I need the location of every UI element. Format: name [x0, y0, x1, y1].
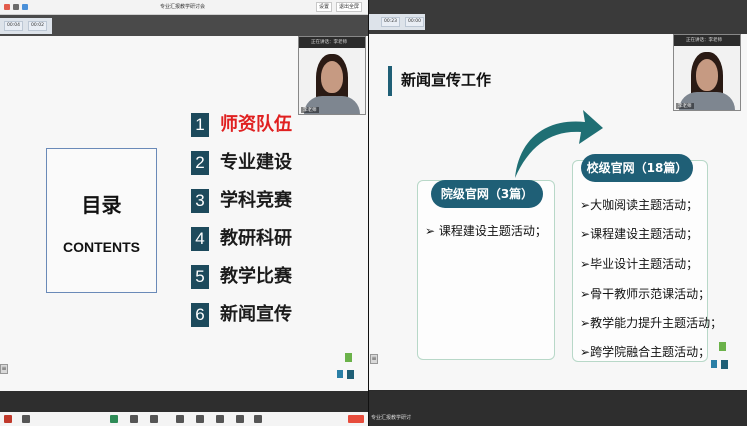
list-item: ➢课程建设主题活动； [580, 227, 699, 241]
toc-label: 学科竞赛 [220, 190, 292, 211]
toc-number: 3 [191, 189, 209, 213]
list-item-text: 毕业设计主题活动； [590, 257, 699, 271]
list-item: ➢骨干教师示范课活动； [580, 287, 711, 301]
list-item-text: 教学能力提升主题活动； [590, 316, 723, 330]
decor-square [345, 353, 352, 362]
participant-name: 李老师 [676, 103, 694, 109]
control-bar: 00:23 00:00 [369, 0, 747, 34]
share-screen-icon[interactable] [110, 415, 118, 423]
decor-square [721, 360, 728, 369]
toc-label: 教学比赛 [220, 266, 292, 287]
members-icon[interactable] [130, 415, 138, 423]
toc-number: 5 [191, 265, 209, 289]
toc-label: 师资队伍 [220, 114, 292, 135]
title-accent-bar [388, 66, 392, 96]
leave-button[interactable] [348, 415, 364, 423]
participant-face [696, 59, 718, 91]
menu-icon[interactable]: ≡ [0, 364, 8, 374]
toc-label: 专业建设 [220, 152, 292, 173]
decor-square [719, 342, 726, 351]
decor-square [337, 370, 343, 378]
webcam-header: 正在讲话：李老师 [674, 35, 740, 46]
toc-title: 目录 [81, 193, 122, 217]
settings-icon[interactable] [216, 415, 224, 423]
list-item: ➢教学能力提升主题活动； [580, 316, 723, 330]
toc-box: 目录 CONTENTS [46, 148, 157, 293]
more-icon[interactable] [236, 415, 244, 423]
list-item-text: 课程建设主题活动； [590, 227, 699, 241]
webcam-tile[interactable]: 正在讲话：李老师 李老师 [298, 36, 366, 115]
bottom-bar [0, 391, 368, 412]
list-item: ➢跨学院融合主题活动； [580, 345, 711, 359]
left-meeting-window: 专业汇报教学研讨会 设置 退出全屏 00:04 00:02 目录 CONTENT… [0, 0, 368, 426]
slide-title: 新闻宣传工作 [401, 71, 492, 89]
menu-icon[interactable] [13, 4, 19, 10]
share-icon[interactable] [22, 4, 28, 10]
participant-name: 李老师 [301, 107, 319, 113]
timer-pill[interactable]: 00:02 [28, 21, 47, 31]
window-titlebar: 专业汇报教学研讨会 设置 退出全屏 [0, 0, 368, 15]
webcam-tile[interactable]: 正在讲话：李老师 李老师 [673, 34, 741, 111]
toc-label: 新闻宣传 [220, 304, 292, 325]
list-item-text: 大咖阅读主题活动； [590, 198, 699, 212]
school-site-header: 校级官网（18篇） [581, 154, 693, 182]
control-bar: 00:04 00:02 [0, 15, 368, 36]
window-title: 专业汇报教学研讨会 [160, 4, 206, 10]
exit-fullscreen-button[interactable]: 退出全屏 [336, 2, 363, 12]
timer-pill[interactable]: 00:04 [4, 21, 23, 31]
toc-subtitle: CONTENTS [63, 239, 140, 255]
participant-face [321, 61, 343, 93]
app-icon [4, 4, 10, 10]
decor-square [711, 360, 717, 368]
list-item: ➢毕业设计主题活动； [580, 257, 699, 271]
toc-number: 6 [191, 303, 209, 327]
toc-number: 2 [191, 151, 209, 175]
bottom-bar [369, 391, 747, 426]
bottom-label: 专业汇报教学研讨 [371, 415, 412, 421]
right-meeting-window: 00:23 00:00 新闻宣传工作 院级官网（3篇） ➢ 课程建设主题活动； … [369, 0, 747, 426]
gear-icon[interactable] [254, 415, 262, 423]
decor-square [347, 370, 354, 379]
webcam-header: 正在讲话：李老师 [299, 37, 365, 48]
apps-icon[interactable] [196, 415, 204, 423]
toc-label: 教研科研 [220, 228, 292, 249]
timer-pill[interactable]: 00:00 [405, 17, 424, 27]
list-item-text: 课程建设主题活动； [438, 224, 547, 238]
settings-button[interactable]: 设置 [316, 2, 333, 12]
chat-icon[interactable] [150, 415, 158, 423]
list-item: ➢ 课程建设主题活动； [425, 224, 547, 238]
timer-pill[interactable]: 00:23 [381, 17, 400, 27]
toc-number: 4 [191, 227, 209, 251]
list-item: ➢大咖阅读主题活动； [580, 198, 699, 212]
mic-icon[interactable] [4, 415, 12, 423]
menu-icon[interactable]: ≡ [370, 354, 378, 364]
toc-number: 1 [191, 113, 209, 137]
record-icon[interactable] [176, 415, 184, 423]
meeting-toolbar [0, 412, 368, 426]
camera-icon[interactable] [22, 415, 30, 423]
college-site-header: 院级官网（3篇） [431, 180, 543, 208]
list-item-text: 跨学院融合主题活动； [590, 345, 711, 359]
list-item-text: 骨干教师示范课活动； [590, 287, 711, 301]
